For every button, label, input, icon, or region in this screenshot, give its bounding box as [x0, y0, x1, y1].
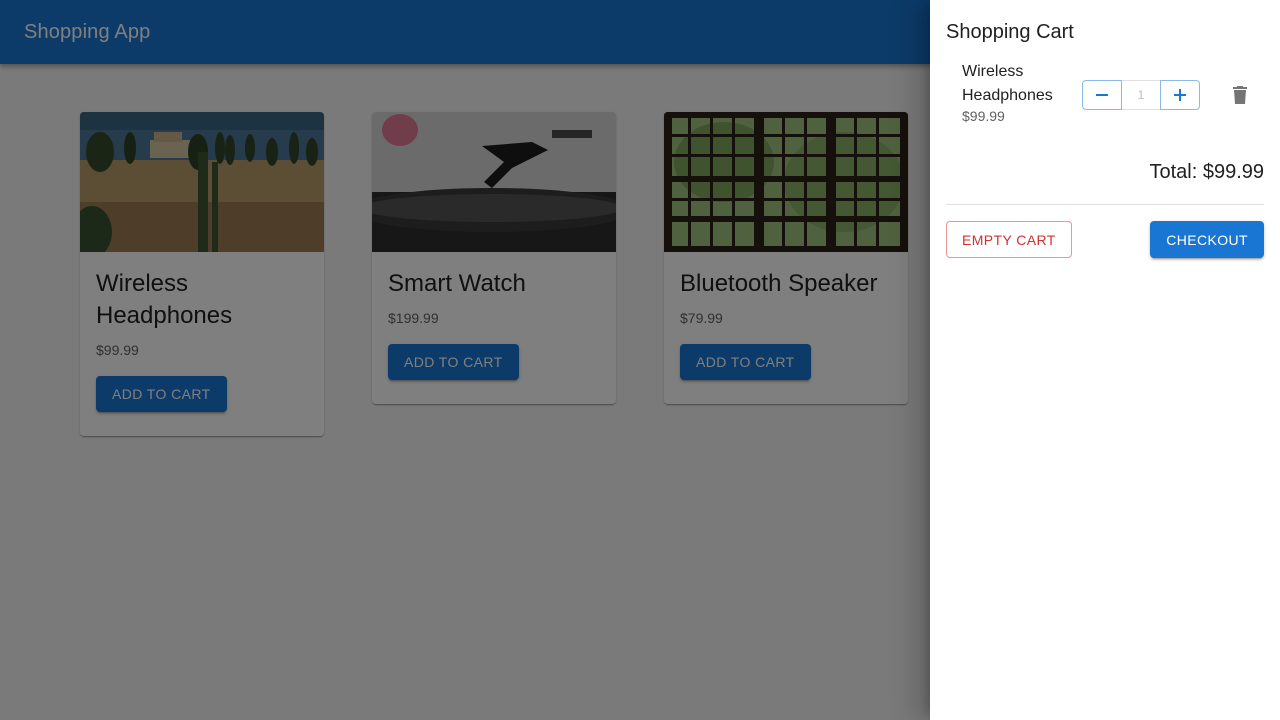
checkout-button[interactable]: CHECKOUT	[1150, 221, 1264, 258]
cart-item-name: Wireless Headphones	[962, 63, 1053, 104]
plus-icon	[1174, 89, 1186, 101]
cart-total: Total: $99.99	[1149, 161, 1264, 183]
cart-title: Shopping Cart	[946, 21, 1074, 43]
empty-cart-button[interactable]: EMPTY CART	[946, 221, 1072, 258]
divider	[946, 204, 1264, 205]
cart-item-price: $99.99	[962, 108, 1005, 124]
increase-quantity-button[interactable]	[1160, 80, 1200, 110]
minus-icon	[1096, 94, 1108, 96]
decrease-quantity-button[interactable]	[1082, 80, 1122, 110]
trash-icon	[1233, 86, 1247, 104]
quantity-value: 1	[1122, 80, 1160, 110]
cart-item: Wireless Headphones $99.99 1	[946, 48, 1264, 158]
cart-drawer: Shopping Cart Wireless Headphones $99.99…	[930, 0, 1280, 720]
cart-actions: EMPTY CART CHECKOUT	[946, 221, 1264, 258]
quantity-stepper: 1	[1082, 80, 1200, 110]
remove-item-button[interactable]	[1224, 81, 1256, 109]
